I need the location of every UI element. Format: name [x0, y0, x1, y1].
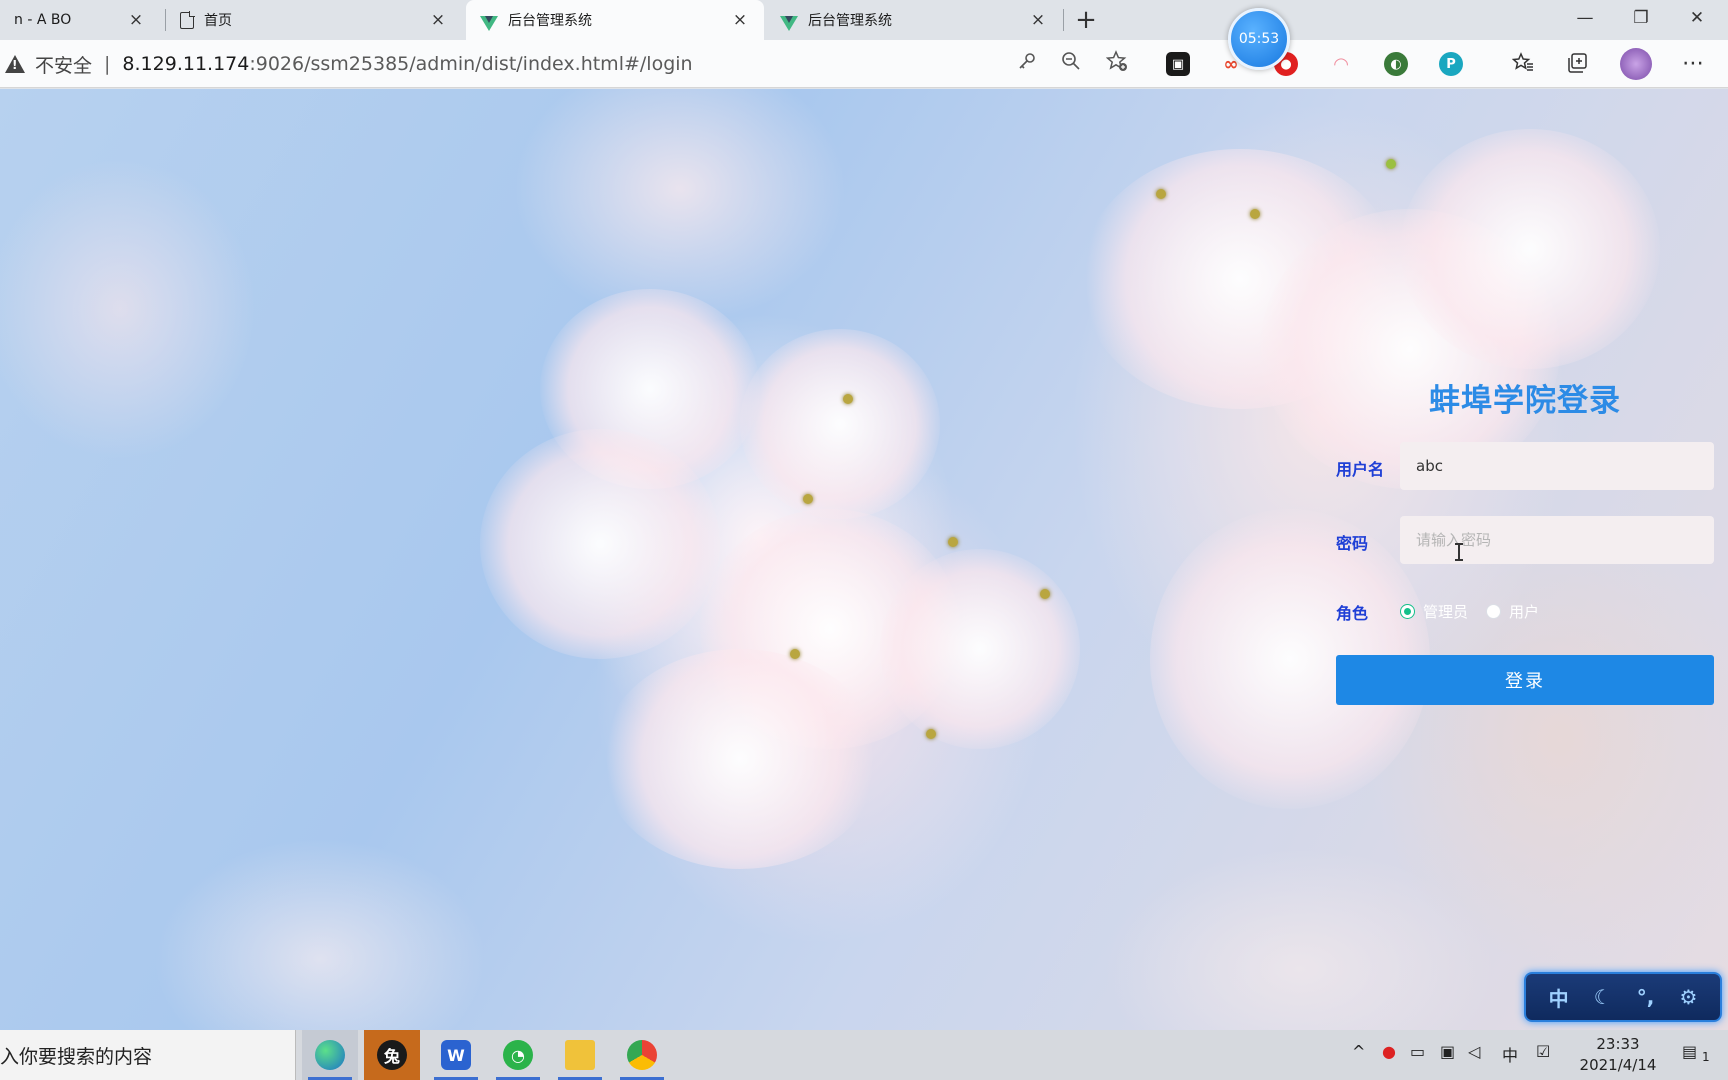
extension-cat-icon[interactable]: ◠ — [1329, 52, 1353, 76]
role-admin-radio[interactable] — [1400, 603, 1415, 619]
role-radio-group: 管理员 用户 — [1400, 600, 1557, 622]
extension-icon[interactable]: ▣ — [1166, 52, 1190, 76]
url-host: 8.129.11.174 — [122, 53, 250, 75]
flower-center — [1250, 209, 1260, 219]
avatar[interactable] — [1620, 48, 1652, 80]
flower-center — [1156, 189, 1166, 199]
folder-icon — [565, 1040, 595, 1070]
url-path: :9026/ssm25385/admin/dist/index.html#/lo… — [249, 53, 693, 75]
extension-p-icon[interactable]: P — [1439, 52, 1463, 76]
login-title: 蚌埠学院登录 — [1429, 383, 1621, 419]
battery-icon[interactable]: ▭ — [1410, 1042, 1425, 1061]
edge-icon — [315, 1040, 345, 1070]
volume-icon[interactable]: ◁ — [1468, 1042, 1480, 1061]
star-add-icon[interactable] — [1106, 50, 1128, 72]
browser-toolbar: 不安全 | 8.129.11.174:9026/ssm25385/admin/d… — [0, 40, 1728, 88]
taskbar-explorer[interactable] — [552, 1030, 608, 1080]
tab-close-icon[interactable]: × — [428, 10, 448, 30]
username-label: 用户名 — [1336, 460, 1385, 479]
restore-button[interactable]: ❐ — [1616, 0, 1666, 36]
key-icon[interactable] — [1016, 50, 1038, 72]
moon-icon[interactable]: ☾ — [1594, 985, 1612, 1009]
flower-center — [803, 494, 813, 504]
ime-mode-toggle[interactable]: 中 — [1549, 983, 1569, 1012]
gear-icon[interactable]: ⚙ — [1679, 985, 1697, 1009]
role-admin-label[interactable]: 管理员 — [1423, 601, 1468, 622]
check-icon[interactable]: ☑ — [1536, 1042, 1550, 1061]
address-separator: | — [104, 53, 111, 75]
blossom-decoration — [1400, 129, 1660, 369]
tab-close-icon[interactable]: × — [126, 10, 146, 30]
tab-divider — [1063, 9, 1064, 31]
chrome-icon — [627, 1040, 657, 1070]
clock-date: 2021/4/14 — [1579, 1056, 1657, 1074]
flower-center — [1386, 159, 1396, 169]
minimize-button[interactable]: — — [1560, 0, 1610, 36]
vue-icon — [480, 15, 498, 31]
new-tab-button[interactable]: + — [1070, 4, 1102, 36]
tab-strip: n - A BO × 首页 × 后台管理系统 × 后台管理系统 × + — ❐ … — [0, 0, 1728, 40]
tab-title: 首页 — [204, 13, 232, 29]
notification-icon[interactable]: ▤ — [1682, 1042, 1697, 1061]
chevron-up-icon[interactable]: ^ — [1352, 1042, 1365, 1061]
login-button[interactable]: 登录 — [1336, 655, 1714, 705]
tab-admin[interactable]: 后台管理系统 × — [766, 0, 1062, 40]
page-icon — [180, 10, 195, 29]
tab-home[interactable]: 首页 × — [166, 0, 462, 40]
punctuation-icon[interactable]: °, — [1637, 985, 1655, 1009]
wechat-icon: ◔ — [503, 1040, 533, 1070]
blossom-decoration — [600, 649, 880, 869]
blossom-decoration — [480, 429, 720, 659]
flower-center — [1040, 589, 1050, 599]
more-icon[interactable]: ⋯ — [1682, 51, 1704, 76]
password-label: 密码 — [1336, 534, 1369, 553]
tab-close-icon[interactable]: × — [730, 10, 750, 30]
taskbar-search-input[interactable]: 入你要搜索的内容 — [0, 1030, 296, 1080]
role-label: 角色 — [1336, 604, 1369, 623]
vue-icon — [780, 15, 798, 31]
extension-globe-icon[interactable]: ◐ — [1384, 52, 1408, 76]
taskbar-chrome[interactable] — [614, 1030, 670, 1080]
qq-icon[interactable]: ● — [1382, 1042, 1396, 1061]
favorites-icon[interactable] — [1512, 52, 1534, 74]
ime-toolbar[interactable]: 中 ☾ °, ⚙ — [1524, 972, 1722, 1022]
tab-admin-active[interactable]: 后台管理系统 × — [466, 0, 764, 40]
tab-a-bo[interactable]: n - A BO × — [0, 0, 160, 40]
warning-icon — [5, 55, 25, 73]
taskbar-edge[interactable] — [302, 1030, 358, 1080]
mouse-cursor — [1455, 543, 1463, 561]
close-window-button[interactable]: ✕ — [1672, 0, 1722, 36]
taskbar: 入你要搜索的内容 兔 W ◔ ^ ● ▭ ▣ ◁ 中 ☑ 23:33 2021/… — [0, 1030, 1728, 1080]
tab-title: n - A BO — [14, 12, 72, 28]
notification-count: 1 — [1702, 1050, 1710, 1064]
taskbar-clock[interactable]: 23:33 2021/4/14 — [1568, 1034, 1668, 1076]
word-icon: W — [441, 1040, 471, 1070]
taskbar-wechat[interactable]: ◔ — [490, 1030, 546, 1080]
network-icon[interactable]: ▣ — [1440, 1042, 1455, 1061]
role-user-radio[interactable] — [1486, 603, 1502, 619]
flower-center — [790, 649, 800, 659]
tab-title: 后台管理系统 — [808, 13, 892, 29]
address-bar[interactable]: 不安全 | 8.129.11.174:9026/ssm25385/admin/d… — [0, 44, 1140, 84]
tab-title: 后台管理系统 — [508, 13, 592, 29]
collections-icon[interactable] — [1567, 52, 1589, 74]
blossom-decoration — [740, 329, 940, 519]
password-field[interactable] — [1400, 516, 1714, 564]
clock-time: 23:33 — [1596, 1035, 1640, 1053]
taskbar-word[interactable]: W — [428, 1030, 484, 1080]
flower-center — [843, 394, 853, 404]
security-label[interactable]: 不安全 — [35, 51, 92, 78]
timer-badge[interactable]: 05:53 — [1228, 8, 1290, 70]
role-user-label[interactable]: 用户 — [1509, 601, 1539, 622]
username-field[interactable] — [1400, 442, 1714, 490]
flower-center — [926, 729, 936, 739]
ime-language[interactable]: 中 — [1502, 1042, 1518, 1066]
taskbar-game[interactable]: 兔 — [364, 1030, 420, 1080]
zoom-out-icon[interactable] — [1060, 50, 1082, 72]
blossom-decoration — [880, 549, 1080, 749]
tab-close-icon[interactable]: × — [1028, 10, 1048, 30]
flower-center — [948, 537, 958, 547]
search-placeholder: 入你要搜索的内容 — [0, 1045, 153, 1068]
game-icon: 兔 — [377, 1040, 407, 1070]
